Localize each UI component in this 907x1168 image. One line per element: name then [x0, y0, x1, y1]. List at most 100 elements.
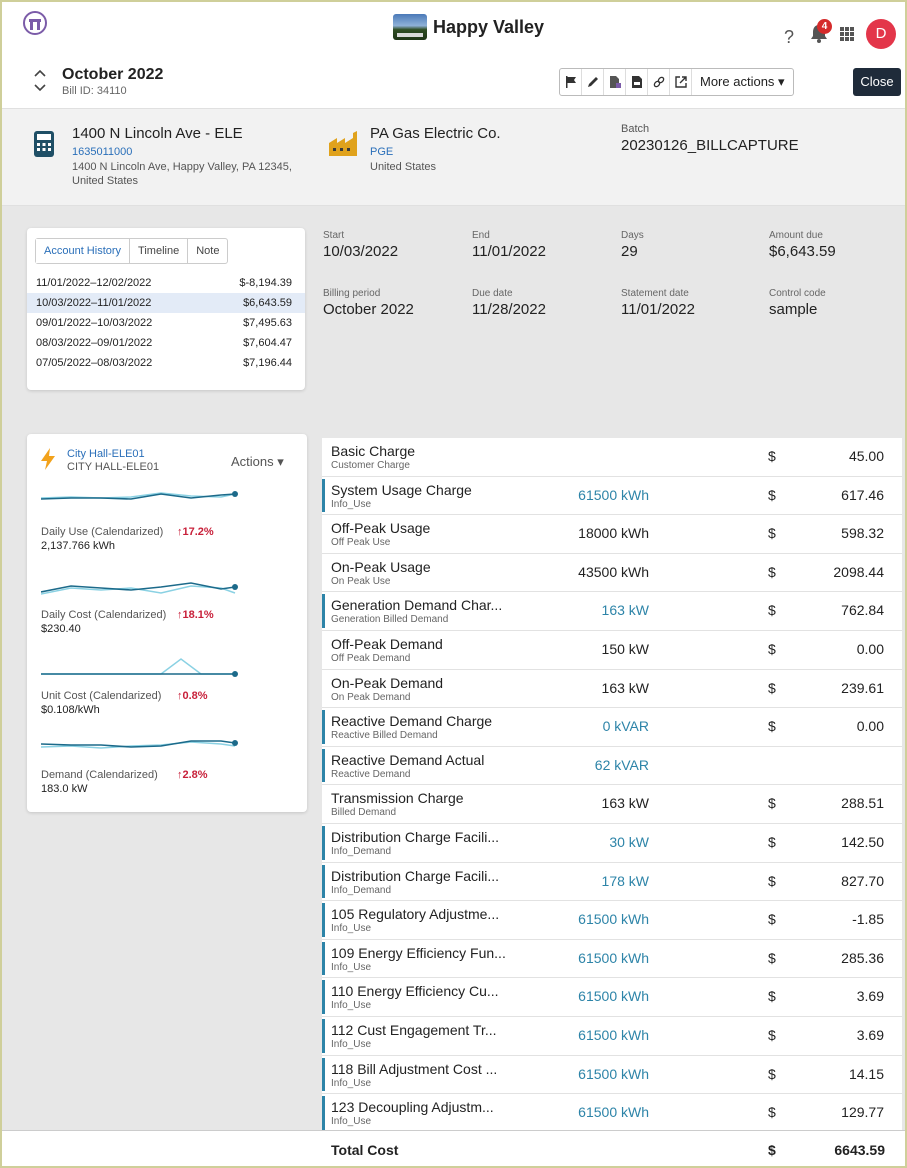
history-row-selected[interactable]: 10/03/2022–11/01/2022 $6,643.59	[27, 293, 305, 313]
history-row[interactable]: 07/05/2022–08/03/2022 $7,196.44	[27, 353, 305, 373]
daily-cost-sparkline	[41, 582, 238, 595]
charge-row[interactable]: On-Peak Demand On Peak Demand 163 kW $239.6…	[322, 669, 902, 709]
account-address: 1400 N Lincoln Ave, Happy Valley, PA 123…	[72, 161, 292, 187]
history-amount: $7,604.47	[243, 337, 292, 349]
charge-row[interactable]: 105 Regulatory Adjustme... Info_Use 61500 …	[322, 901, 902, 940]
charge-subtitle: Billed Demand	[331, 807, 397, 819]
history-row[interactable]: 08/03/2022–09/01/2022 $7,604.47	[27, 333, 305, 353]
charge-quantity: 30 kW	[609, 833, 649, 850]
charge-row[interactable]: System Usage Charge Info_Use 61500 kWh $617…	[322, 476, 902, 516]
help-icon[interactable]: ?	[784, 27, 794, 48]
avatar[interactable]: D	[866, 19, 896, 49]
charge-quantity: 61500 kWh	[578, 1026, 649, 1043]
charge-subtitle: Reactive Billed Demand	[331, 730, 438, 742]
charge-name: Distribution Charge Facili...	[331, 867, 500, 884]
app-title-text: Happy Valley	[433, 16, 545, 37]
charge-row[interactable]: 112 Cust Engagement Tr... Info_Use 61500 k…	[322, 1016, 902, 1056]
charge-row[interactable]: Generation Demand Char... Generation Bill…	[322, 592, 902, 631]
meta-end-label: End	[472, 230, 490, 241]
history-row[interactable]: 11/01/2022–12/02/2022 $-8,194.39	[27, 273, 305, 293]
pdf-button[interactable]	[626, 69, 648, 95]
charge-currency: $	[768, 448, 776, 464]
metric-change: ↑2.8%	[177, 769, 208, 781]
charge-row[interactable]: Reactive Demand Actual Reactive Demand 62 …	[322, 746, 902, 786]
charge-subtitle: Info_Use	[331, 498, 372, 510]
charge-row[interactable]: Transmission Charge Billed Demand 163 kW $2…	[322, 785, 902, 824]
charge-name: Transmission Charge	[331, 790, 464, 807]
charge-quantity: 163 kW	[601, 679, 649, 696]
charge-row[interactable]: 109 Energy Efficiency Fun... Info_Use 6150…	[322, 939, 902, 979]
history-list: 11/01/2022–12/02/2022 $-8,194.39 10/03/20…	[27, 273, 305, 373]
link-icon	[653, 76, 664, 88]
charge-row[interactable]: Off-Peak Demand Off Peak Demand 150 kW $0.0…	[322, 630, 902, 670]
charge-quantity: 61500 kWh	[578, 988, 649, 1005]
tab-note[interactable]: Note	[188, 239, 227, 263]
tab-timeline[interactable]: Timeline	[130, 239, 189, 263]
metric-value: 183.0 kW	[41, 783, 88, 795]
account-history-card: Account History Timeline Note 11/01/2022…	[27, 228, 305, 390]
history-period: 07/05/2022–08/03/2022	[36, 357, 153, 369]
total-label: Total Cost	[331, 1142, 399, 1158]
link-button[interactable]	[648, 69, 670, 95]
charge-currency: $	[768, 872, 776, 889]
charge-currency: $	[768, 795, 776, 812]
charge-amount: 14.15	[848, 1065, 884, 1082]
charge-quantity: 0 kVAR	[602, 718, 649, 735]
history-row[interactable]: 09/01/2022–10/03/2022 $7,495.63	[27, 313, 305, 333]
history-period: 11/01/2022–12/02/2022	[36, 277, 152, 289]
charge-quantity: 62 kVAR	[594, 756, 649, 773]
account-number-link[interactable]: 1635011000	[72, 146, 132, 158]
charge-subtitle: Off Peak Use	[331, 537, 391, 549]
charge-row[interactable]: Reactive Demand Charge Reactive Billed De…	[322, 708, 902, 747]
charge-currency: $	[768, 1104, 776, 1121]
meta-billing-period: Billing period October 2022	[323, 288, 414, 318]
bill-toolbar: More actions ▾	[559, 68, 794, 96]
charge-name: Generation Demand Char...	[331, 597, 503, 614]
charge-name: On-Peak Demand	[331, 674, 444, 691]
app-window: Happy Valley ? 4 D October 2022 Bill ID:…	[0, 0, 907, 1168]
logo-icon[interactable]	[22, 10, 48, 36]
metric-value: $230.40	[41, 623, 81, 635]
flag-button[interactable]	[560, 69, 582, 95]
tab-account-history[interactable]: Account History	[36, 239, 131, 263]
close-button[interactable]: Close	[853, 68, 901, 96]
charge-row[interactable]: On-Peak Usage On Peak Use 43500 kWh $2098.4…	[322, 553, 902, 593]
more-actions-dropdown[interactable]: More actions ▾	[692, 69, 793, 95]
charge-row[interactable]: Off-Peak Usage Off Peak Use 18000 kWh $598.…	[322, 515, 902, 554]
charge-name: 118 Bill Adjustment Cost ...	[331, 1060, 498, 1077]
meta-due-date-value: 11/28/2022	[472, 301, 546, 318]
edit-button[interactable]	[582, 69, 604, 95]
meta-start: Start 10/03/2022	[323, 230, 398, 260]
charge-name: 110 Energy Efficiency Cu...	[331, 983, 499, 1000]
charge-row[interactable]: 118 Bill Adjustment Cost ... Info_Use 6150…	[322, 1055, 902, 1095]
vendor-code-link[interactable]: PGE	[370, 146, 393, 158]
charge-name: 123 Decoupling Adjustm...	[331, 1099, 494, 1116]
charge-amount: 0.00	[856, 640, 884, 657]
charge-quantity: 61500 kWh	[578, 1065, 649, 1082]
charge-currency: $	[768, 718, 776, 735]
external-link-button[interactable]	[670, 69, 692, 95]
metric-label: Demand (Calendarized)	[41, 769, 158, 781]
charge-name: Distribution Charge Facili...	[331, 828, 500, 845]
charge-row[interactable]: 123 Decoupling Adjustm... Info_Use 61500 k…	[322, 1094, 902, 1133]
charge-row[interactable]: Basic Charge Customer Charge $45.00	[322, 438, 902, 477]
history-period: 09/01/2022–10/03/2022	[36, 317, 153, 329]
meta-control-code: Control code sample	[769, 288, 826, 318]
charge-row[interactable]: 110 Energy Efficiency Cu... Info_Use 61500…	[322, 978, 902, 1017]
meta-end-value: 11/01/2022	[472, 243, 546, 260]
charge-row[interactable]: Distribution Charge Facili... Info_Demand…	[322, 862, 902, 902]
meta-end: End 11/01/2022	[472, 230, 546, 260]
history-tabs: Account History Timeline Note	[35, 238, 229, 264]
history-amount: $7,495.63	[243, 317, 292, 329]
charge-row[interactable]: Distribution Charge Facili... Info_Demand…	[322, 823, 902, 863]
charge-subtitle: Info_Use	[331, 1116, 372, 1128]
charge-currency: $	[768, 988, 776, 1005]
bill-nav-arrows-icon[interactable]	[32, 62, 48, 98]
apps-grid-icon[interactable]	[840, 27, 854, 41]
meter-name-link[interactable]: City Hall-ELE01	[67, 448, 145, 460]
vendor-name: PA Gas Electric Co.	[370, 125, 501, 142]
meter-actions-dropdown[interactable]: Actions ▾	[231, 454, 284, 470]
metric-value: $0.108/kWh	[41, 704, 100, 716]
file-chart-button[interactable]	[604, 69, 626, 95]
charge-subtitle: Info_Use	[331, 1038, 372, 1050]
